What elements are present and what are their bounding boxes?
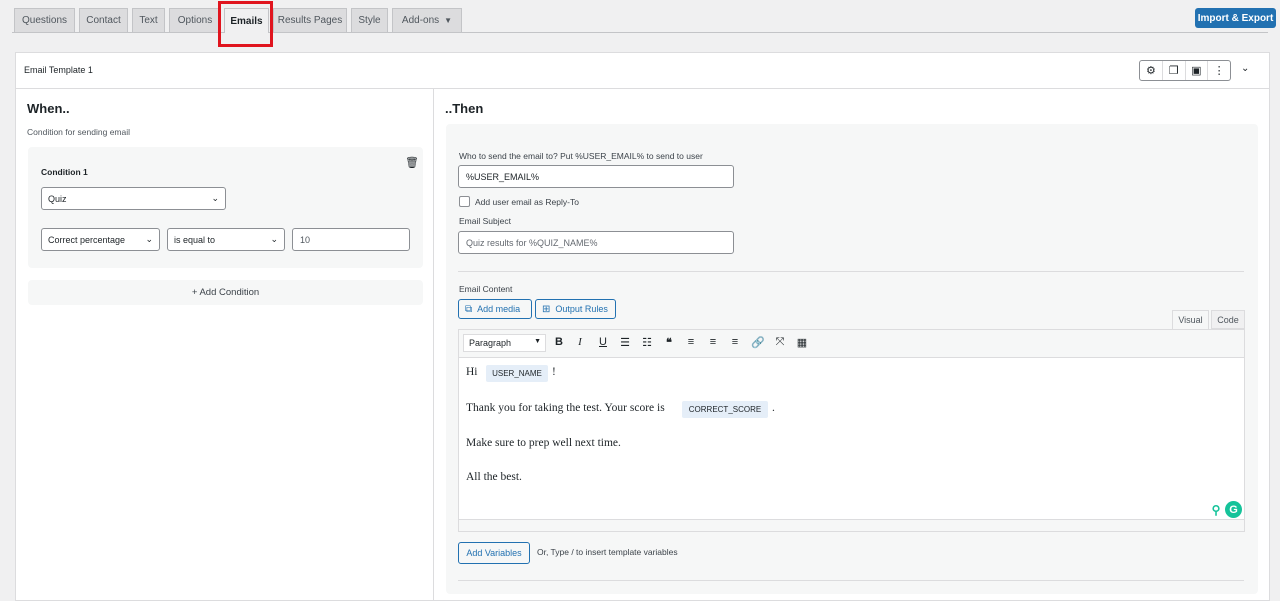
chevron-down-icon: ⌄ — [211, 193, 219, 203]
condition-category-value: Quiz — [48, 193, 67, 204]
when-heading: When.. — [27, 101, 70, 116]
trash-icon[interactable]: 🗑 — [405, 156, 419, 169]
condition-field-value: Correct percentage — [48, 234, 126, 245]
caret-down-icon: ▼ — [534, 338, 541, 345]
grammarly-icon[interactable]: G — [1225, 501, 1242, 518]
grammarly-suggestion-icon[interactable]: ⚲ — [1208, 502, 1224, 518]
italic-icon[interactable]: I — [573, 336, 587, 348]
tab-options[interactable]: Options — [169, 8, 221, 32]
condition-field-select[interactable]: Correct percentage ⌄ — [41, 228, 160, 251]
condition-value-input[interactable]: 10 — [292, 228, 410, 251]
output-rules-icon: ⊞ — [542, 303, 551, 315]
reply-to-label: Add user email as Reply-To — [475, 197, 579, 207]
output-rules-button[interactable]: ⊞ Output Rules — [535, 299, 616, 319]
email-editor[interactable] — [458, 329, 1245, 532]
save-icon[interactable]: ▣ — [1186, 61, 1209, 80]
subject-label: Email Subject — [459, 216, 511, 226]
condition-operator-value: is equal to — [174, 234, 216, 245]
subject-input[interactable]: Quiz results for %QUIZ_NAME% — [458, 231, 734, 254]
condition-title: Condition 1 — [41, 167, 88, 177]
template-title: Email Template 1 — [24, 65, 93, 75]
section-divider — [458, 271, 1244, 272]
media-icon: ⧉ — [465, 303, 473, 315]
keyboard-icon[interactable]: ▦ — [795, 336, 809, 349]
reply-to-checkbox[interactable] — [459, 196, 470, 207]
add-condition-button[interactable]: + Add Condition — [28, 280, 423, 305]
condition-category-select[interactable]: Quiz ⌄ — [41, 187, 226, 210]
align-center-icon[interactable]: ≡ — [706, 336, 720, 348]
chevron-down-icon[interactable]: ⌄ — [1241, 63, 1249, 74]
align-left-icon[interactable]: ≡ — [684, 336, 698, 348]
recipient-label: Who to send the email to? Put %USER_EMAI… — [459, 151, 703, 161]
tab-questions[interactable]: Questions — [14, 8, 75, 32]
chevron-down-icon: ⌄ — [145, 234, 153, 244]
when-subheading: Condition for sending email — [27, 127, 131, 137]
tab-addons-label: Add-ons — [401, 15, 440, 26]
body-line2-end: . — [772, 402, 775, 414]
import-export-button[interactable]: Import & Export — [1195, 8, 1276, 28]
tab-addons[interactable]: Add-ons ▼ — [392, 8, 462, 32]
body-line3-text: Make sure to prep well next time. — [466, 437, 621, 449]
variable-chip-user-name[interactable]: USER_NAME — [486, 365, 548, 382]
chevron-down-icon: ⌄ — [270, 234, 278, 244]
fullscreen-icon[interactable]: ⤧ — [773, 336, 787, 349]
tabbar-divider — [12, 32, 1268, 33]
condition-operator-select[interactable]: is equal to ⌄ — [167, 228, 285, 251]
then-heading: ..Then — [445, 101, 484, 116]
bold-icon[interactable]: B — [552, 336, 566, 348]
column-divider — [433, 89, 434, 601]
underline-icon[interactable]: U — [596, 336, 610, 348]
body-line1-end: ! — [552, 366, 556, 378]
duplicate-icon[interactable]: ❐ — [1163, 61, 1186, 80]
add-media-button[interactable]: ⧉ Add media — [458, 299, 532, 319]
caret-down-icon: ▼ — [444, 16, 453, 25]
editor-resize-bar[interactable] — [459, 519, 1244, 531]
tab-results-pages[interactable]: Results Pages — [273, 8, 347, 32]
add-variables-button[interactable]: Add Variables — [458, 542, 530, 564]
tab-code[interactable]: Code — [1211, 310, 1245, 329]
tab-text[interactable]: Text — [132, 8, 165, 32]
format-select-value: Paragraph — [469, 338, 512, 348]
align-right-icon[interactable]: ≡ — [728, 336, 742, 348]
section-divider-bottom — [458, 580, 1244, 581]
output-rules-label: Output Rules — [555, 304, 608, 314]
tab-visual[interactable]: Visual — [1172, 310, 1209, 329]
tab-contact[interactable]: Contact — [79, 8, 128, 32]
highlight-annotation — [218, 1, 273, 47]
variable-chip-correct-score[interactable]: CORRECT_SCORE — [682, 401, 768, 418]
link-icon[interactable]: 🔗 — [751, 336, 765, 349]
template-actions: ⚙ ❐ ▣ ⋮ — [1139, 60, 1231, 81]
body-line2-text: Thank you for taking the test. Your scor… — [466, 402, 665, 414]
numbered-list-icon[interactable]: ☷ — [640, 336, 654, 349]
add-media-label: Add media — [477, 304, 521, 314]
format-select[interactable]: Paragraph ▼ — [463, 334, 546, 352]
content-label: Email Content — [459, 284, 513, 294]
panel-header-divider — [15, 88, 1270, 89]
settings-icon[interactable]: ⚙ — [1140, 61, 1163, 80]
recipient-input[interactable]: %USER_EMAIL% — [458, 165, 734, 188]
blockquote-icon[interactable]: ❝ — [662, 336, 676, 349]
variables-hint: Or, Type / to insert template variables — [537, 547, 678, 557]
bullet-list-icon[interactable]: ☰ — [618, 336, 632, 349]
body-line1-text: Hi — [466, 366, 478, 378]
body-line4-text: All the best. — [466, 471, 522, 483]
more-vertical-icon[interactable]: ⋮ — [1208, 61, 1230, 80]
tab-style[interactable]: Style — [351, 8, 388, 32]
